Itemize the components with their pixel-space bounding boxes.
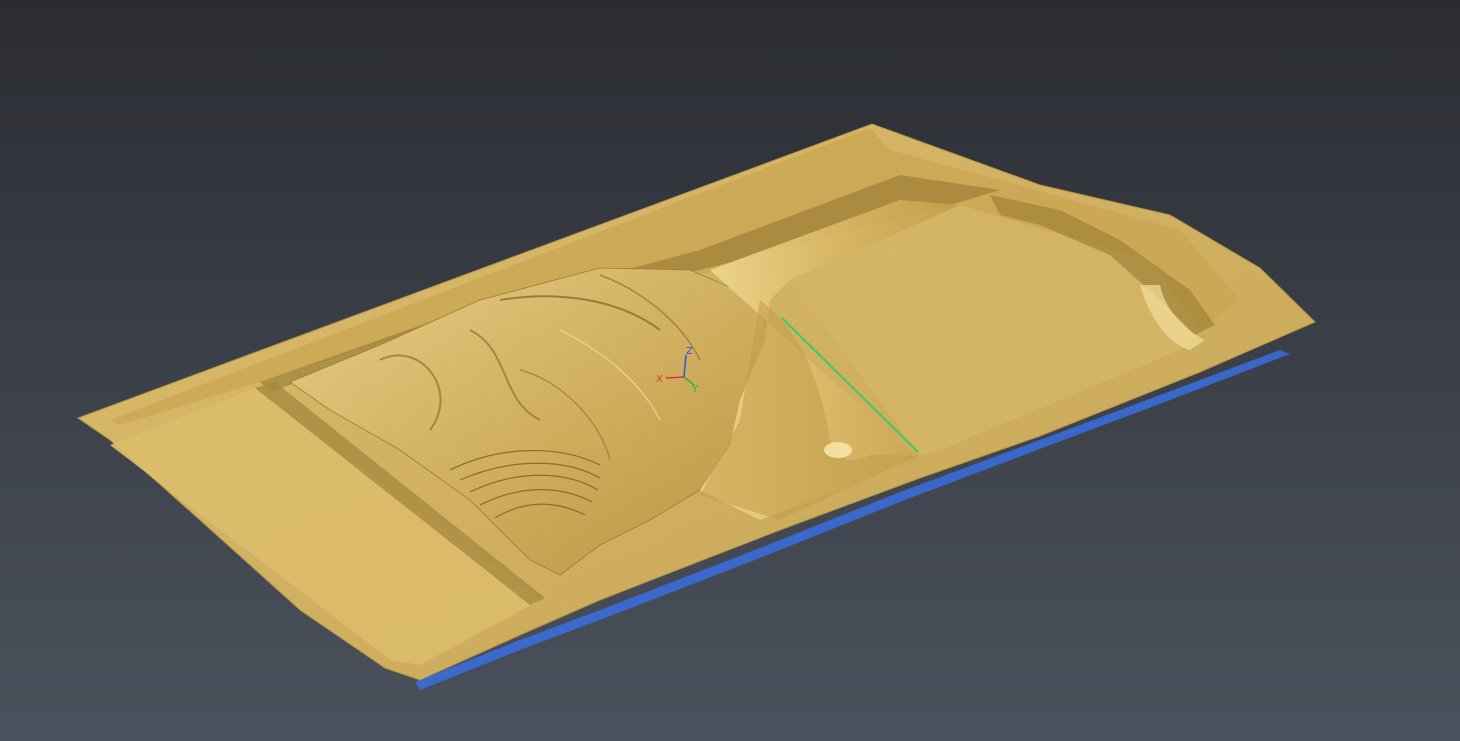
y-axis-label: Y: [691, 384, 699, 395]
x-axis-label: X: [656, 374, 663, 385]
3d-viewport[interactable]: X Y Z: [0, 0, 1460, 741]
z-axis-label: Z: [686, 346, 693, 357]
scene-canvas[interactable]: X Y Z: [0, 0, 1460, 741]
terrain-mesh[interactable]: [76, 123, 1316, 681]
x-axis-line: [665, 376, 685, 379]
